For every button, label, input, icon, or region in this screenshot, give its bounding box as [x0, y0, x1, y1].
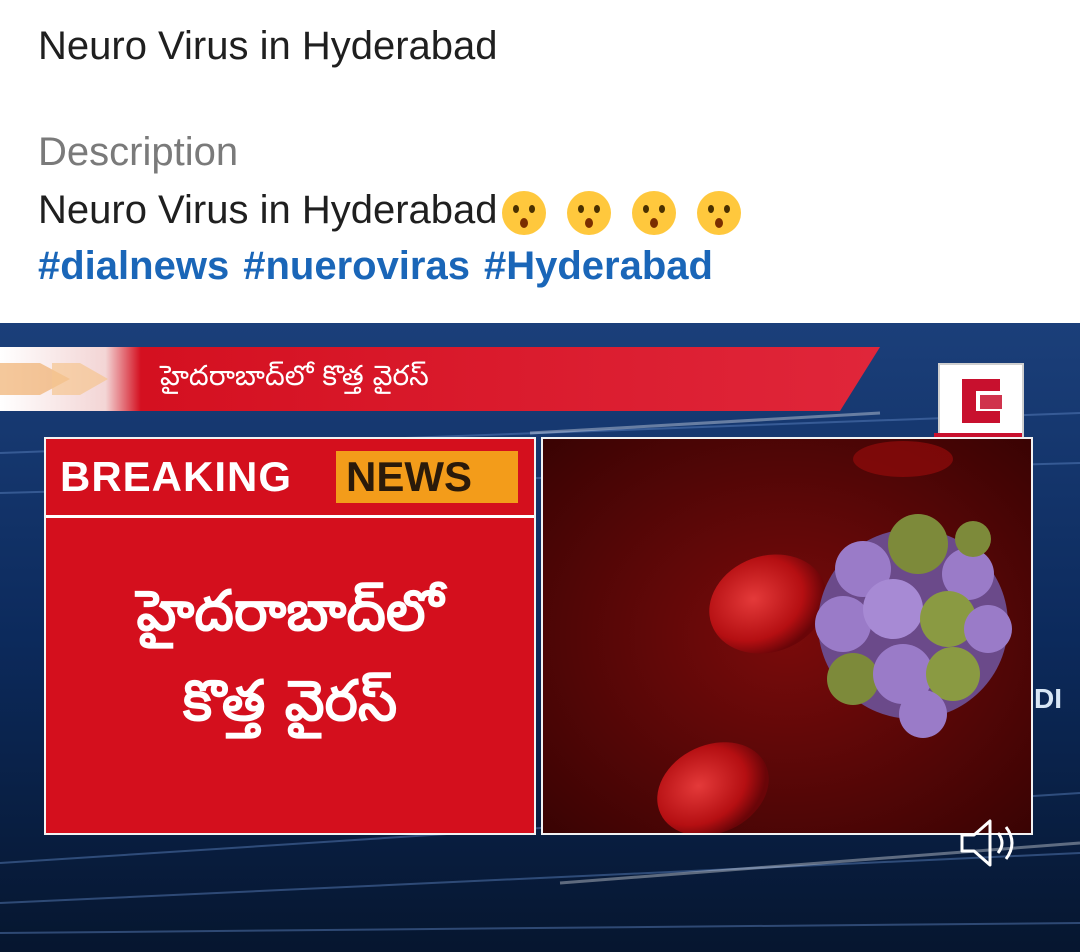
description-heading: Description	[38, 130, 239, 174]
news-label: NEWS	[346, 453, 472, 500]
emoji-row	[500, 188, 749, 236]
video-player[interactable]: హైదరాబాద్‌లో కొత్త వైరస్ DIAL NEWS BREAK…	[0, 323, 1080, 952]
virus-illustration-panel	[541, 437, 1033, 835]
panel-divider	[46, 515, 534, 518]
breaking-news-panel: BREAKING NEWS హైదరాబాద్‌లో కొత్త వైరస్	[44, 437, 536, 835]
hashtag-list: #dialnews #nueroviras #Hyderabad	[38, 244, 727, 289]
dial-news-logo-icon	[948, 371, 1014, 431]
side-channel-text: DI	[1034, 683, 1062, 714]
hushed-face-icon	[501, 190, 546, 235]
hashtag-nueroviras[interactable]: #nueroviras	[243, 244, 470, 288]
hashtag-dialnews[interactable]: #dialnews	[38, 244, 229, 288]
hushed-face-icon	[631, 190, 676, 235]
description-text-value: Neuro Virus in Hyderabad	[38, 188, 498, 232]
panel-headline-line2: కొత్త వైరస్	[182, 669, 398, 734]
headline-ticker: హైదరాబాద్‌లో కొత్త వైరస్	[160, 359, 429, 392]
hashtag-hyderabad[interactable]: #Hyderabad	[484, 244, 713, 288]
dial-news-logo	[938, 363, 1024, 439]
post-title: Neuro Virus in Hyderabad	[38, 24, 498, 68]
speaker-muted-icon[interactable]	[954, 813, 1024, 873]
description-text: Neuro Virus in Hyderabad	[38, 188, 749, 237]
breaking-label: BREAKING	[60, 453, 293, 500]
panel-headline-line1: హైదరాబాద్‌లో	[136, 579, 444, 644]
virus-illustration	[543, 439, 1031, 833]
hushed-face-icon	[566, 190, 611, 235]
hushed-face-icon	[696, 190, 741, 235]
